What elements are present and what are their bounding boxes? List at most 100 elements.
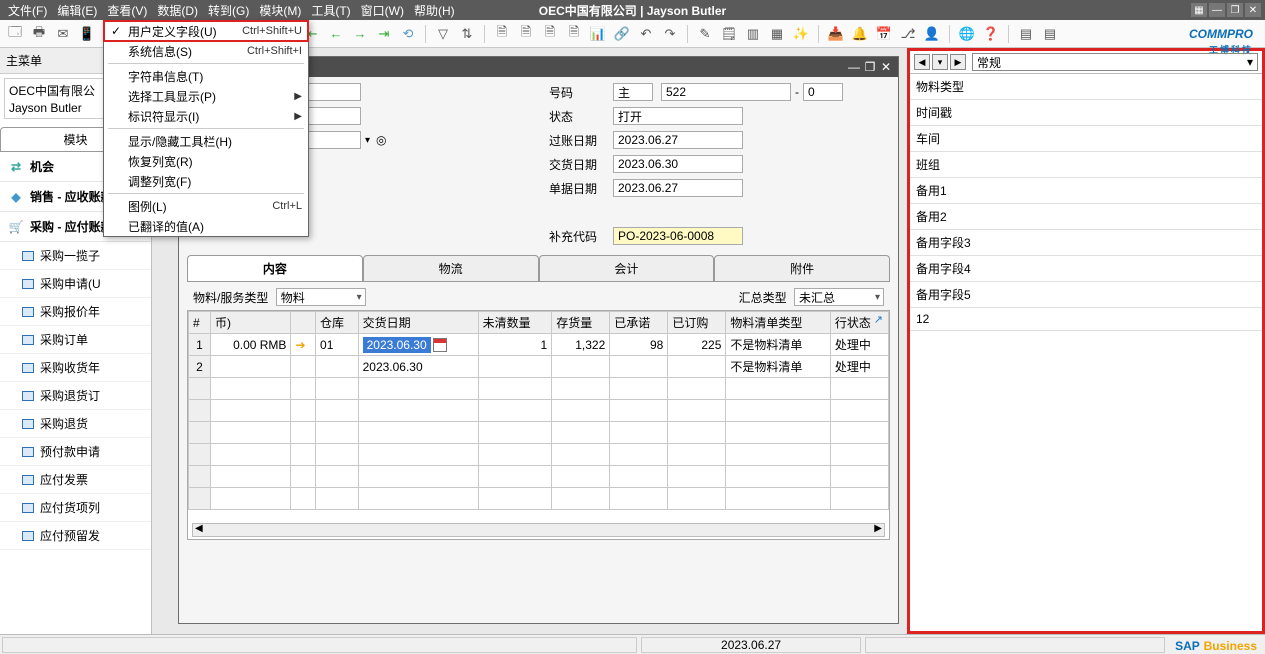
sidebar-item-7[interactable]: 预付款申请	[0, 438, 151, 466]
redo-icon[interactable]: ↷	[661, 25, 679, 43]
menuitem-用户定义字段(U)[interactable]: ✓用户定义字段(U)Ctrl+Shift+U	[104, 21, 308, 41]
udf-value-0[interactable]	[982, 74, 1262, 99]
menu-2[interactable]: 查看(V)	[107, 2, 147, 19]
branch-icon[interactable]: ⎇	[899, 25, 917, 43]
preview-icon[interactable]: 🗔	[6, 25, 24, 43]
menu-5[interactable]: 模块(M)	[259, 2, 301, 19]
item-type-select[interactable]: 物料	[276, 288, 366, 306]
note-icon[interactable]: 🗒	[720, 25, 738, 43]
udf-value-9[interactable]	[982, 308, 1262, 330]
close-icon[interactable]: ✕	[1245, 3, 1261, 17]
dropdown-icon[interactable]: ▾	[365, 135, 370, 146]
udf-value-3[interactable]	[982, 152, 1262, 177]
menuitem-选择工具显示(P)[interactable]: 选择工具显示(P)▶	[104, 86, 308, 106]
menuitem-调整列宽(F)[interactable]: 调整列宽(F)	[104, 171, 308, 191]
form-icon[interactable]: ▥	[744, 25, 762, 43]
layout-icon[interactable]: ▦	[768, 25, 786, 43]
help-icon[interactable]: ❓	[982, 25, 1000, 43]
menuitem-恢复列宽(R)[interactable]: 恢复列宽(R)	[104, 151, 308, 171]
user-icon[interactable]: 👤	[923, 25, 941, 43]
udf-value-4[interactable]	[982, 178, 1262, 203]
target-icon[interactable]: ◎	[376, 133, 386, 147]
calendar-icon[interactable]	[433, 338, 447, 352]
menu-6[interactable]: 工具(T)	[311, 2, 350, 19]
udf-category-select[interactable]: 常规	[972, 53, 1258, 71]
menu-4[interactable]: 转到(G)	[208, 2, 249, 19]
header-field-2[interactable]: 2023.06.27	[613, 131, 743, 149]
sidebar-item-8[interactable]: 应付发票	[0, 466, 151, 494]
undo-icon[interactable]: ↶	[637, 25, 655, 43]
sort-icon[interactable]: ⇅	[458, 25, 476, 43]
filter-icon[interactable]: ▽	[434, 25, 452, 43]
refresh-icon[interactable]: ⟲	[399, 25, 417, 43]
inbox-icon[interactable]: 📥	[827, 25, 845, 43]
mail-icon[interactable]: ✉	[54, 25, 72, 43]
field2-icon[interactable]: ▤	[1041, 25, 1059, 43]
menu-0[interactable]: 文件(F)	[8, 2, 47, 19]
menuitem-系统信息(S)[interactable]: 系统信息(S)Ctrl+Shift+I	[104, 41, 308, 61]
sidebar-item-5[interactable]: 采购退货订	[0, 382, 151, 410]
menuitem-显示/隐藏工具栏(H)[interactable]: 显示/隐藏工具栏(H)	[104, 131, 308, 151]
menuitem-图例(L)[interactable]: 图例(L)Ctrl+L	[104, 196, 308, 216]
udf-prev-icon[interactable]: ◀	[914, 54, 930, 70]
udf-value-5[interactable]	[982, 204, 1262, 229]
udf-next-icon[interactable]: ▶	[950, 54, 966, 70]
menu-1[interactable]: 编辑(E)	[57, 2, 97, 19]
tab-附件[interactable]: 附件	[714, 255, 890, 281]
grid-icon[interactable]: ▦	[1191, 3, 1207, 17]
win-close-icon[interactable]: ✕	[878, 60, 894, 74]
sidebar-item-1[interactable]: 采购申请(U	[0, 270, 151, 298]
link-icon[interactable]: 🔗	[613, 25, 631, 43]
menuitem-已翻译的值(A)[interactable]: 已翻译的值(A)	[104, 216, 308, 236]
sms-icon[interactable]: 📱	[78, 25, 96, 43]
prev-icon[interactable]: ←	[327, 25, 345, 43]
sidebar-item-0[interactable]: 采购一揽子	[0, 242, 151, 270]
expand-icon[interactable]: ↗	[874, 313, 883, 326]
menuitem-字符串信息(T)[interactable]: 字符串信息(T)	[104, 66, 308, 86]
next-icon[interactable]: →	[351, 25, 369, 43]
header-field-3[interactable]: 2023.06.30	[613, 155, 743, 173]
table-row[interactable]: 22023.06.30不是物料清单处理中	[189, 356, 889, 378]
menuitem-标识符显示(I)[interactable]: 标识符显示(I)▶	[104, 106, 308, 126]
tab-内容[interactable]: 内容	[187, 255, 363, 281]
udf-value-7[interactable]	[982, 256, 1262, 281]
wand-icon[interactable]: ✨	[792, 25, 810, 43]
udf-value-1[interactable]	[982, 100, 1262, 125]
cal-icon[interactable]: 📅	[875, 25, 893, 43]
print-icon[interactable]: 🖶	[30, 25, 48, 43]
table-row[interactable]: 10.00 RMB➔012023.06.3011,32298225不是物料清单处…	[189, 334, 889, 356]
grid-hscroll[interactable]	[192, 523, 885, 537]
header-field-1[interactable]: 打开	[613, 107, 743, 125]
sidebar-item-4[interactable]: 采购收货年	[0, 354, 151, 382]
doc1-icon[interactable]: 🗎	[493, 25, 511, 43]
sidebar-item-2[interactable]: 采购报价年	[0, 298, 151, 326]
win-min-icon[interactable]: —	[846, 60, 862, 74]
sidebar-item-9[interactable]: 应付货项列	[0, 494, 151, 522]
udf-dd-icon[interactable]: ▾	[932, 54, 948, 70]
sidebar-item-10[interactable]: 应付预留发	[0, 522, 151, 550]
tab-物流[interactable]: 物流	[363, 255, 539, 281]
sidebar-item-3[interactable]: 采购订单	[0, 326, 151, 354]
lines-grid[interactable]: ↗ #币)仓库交货日期未清数量存货量已承诺已订购物料清单类型行状态10.00 R…	[187, 310, 890, 540]
last-icon[interactable]: ⇥	[375, 25, 393, 43]
doc2-icon[interactable]: 🗎	[517, 25, 535, 43]
menu-8[interactable]: 帮助(H)	[414, 2, 455, 19]
chart-icon[interactable]: 📊	[589, 25, 607, 43]
menu-7[interactable]: 窗口(W)	[361, 2, 404, 19]
restore-icon[interactable]: ❐	[1227, 3, 1243, 17]
header-field-4[interactable]: 2023.06.27	[613, 179, 743, 197]
tab-会计[interactable]: 会计	[539, 255, 715, 281]
header-field-0[interactable]: 522	[661, 83, 791, 101]
doc4-icon[interactable]: 🗎	[565, 25, 583, 43]
globe-icon[interactable]: 🌐	[958, 25, 976, 43]
field1-icon[interactable]: ▤	[1017, 25, 1035, 43]
menu-3[interactable]: 数据(D)	[157, 2, 198, 19]
header-field-6[interactable]: PO-2023-06-0008	[613, 227, 743, 245]
edit-icon[interactable]: ✎	[696, 25, 714, 43]
alert-icon[interactable]: 🔔	[851, 25, 869, 43]
win-max-icon[interactable]: ❐	[862, 60, 878, 74]
summary-type-select[interactable]: 未汇总	[794, 288, 884, 306]
udf-value-6[interactable]	[982, 230, 1262, 255]
doc3-icon[interactable]: 🗎	[541, 25, 559, 43]
arrow-icon[interactable]: ➔	[295, 338, 305, 352]
